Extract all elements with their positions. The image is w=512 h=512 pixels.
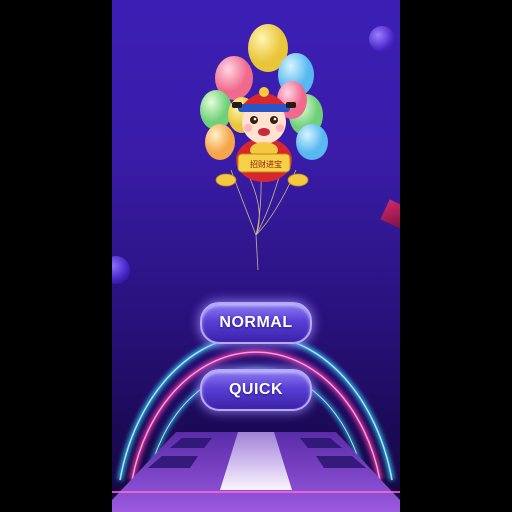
quick-mode-button[interactable]: QUICK [200,369,312,411]
letterbox-right [400,0,512,512]
game-screen: 招财进宝 NORMAL QUICK [112,0,400,512]
normal-mode-button[interactable]: NORMAL [200,302,312,344]
letterbox-left [0,0,112,512]
mascot-scroll-text: 招财进宝 [250,160,282,169]
